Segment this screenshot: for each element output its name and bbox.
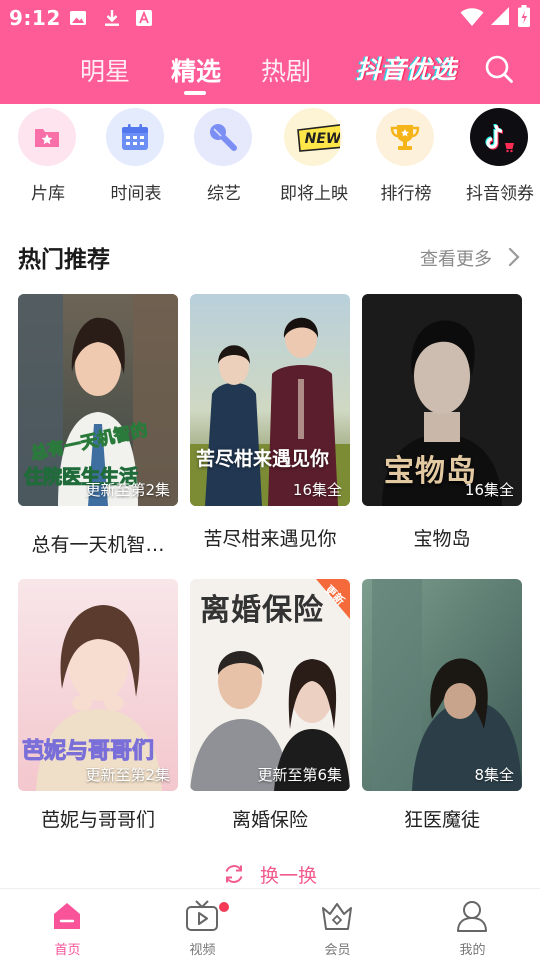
svg-text:抖音优选: 抖音优选 bbox=[356, 55, 459, 84]
category-label: 即将上映 bbox=[280, 184, 348, 204]
section-title: 热门推荐 bbox=[18, 247, 110, 273]
nav-label: 视频 bbox=[189, 943, 216, 958]
drama-title: 离婚保险 bbox=[231, 809, 308, 831]
nav-home[interactable]: 首页 bbox=[0, 889, 135, 960]
episode-badge: 16集全 bbox=[292, 481, 342, 499]
category-label: 排行榜 bbox=[380, 184, 432, 204]
episode-badge: 更新至第2集 bbox=[85, 481, 170, 499]
poster-title-text: 苦尽柑来遇见你 bbox=[196, 448, 330, 470]
a-notification-icon bbox=[136, 10, 152, 26]
microphone-icon bbox=[194, 108, 252, 166]
status-time: 9:12 bbox=[9, 6, 61, 30]
poster-image bbox=[362, 579, 522, 791]
header-tabs: 明星 精选 热剧 抖音优选 抖音优选 抖音优选 bbox=[0, 44, 540, 100]
tv-icon bbox=[186, 900, 218, 931]
download-icon bbox=[105, 10, 119, 26]
drama-poster[interactable]: 离婚保险 更新 更新至第6集 bbox=[190, 579, 350, 791]
wifi-icon bbox=[460, 8, 484, 26]
home-icon bbox=[54, 903, 80, 929]
calendar-icon bbox=[106, 108, 164, 166]
drama-poster[interactable]: 苦尽柑来遇见你 16集全 bbox=[190, 294, 350, 506]
episode-badge: 更新至第2集 bbox=[85, 766, 170, 784]
refresh-icon bbox=[225, 865, 243, 883]
refresh-label: 换一换 bbox=[260, 865, 318, 887]
poster-image bbox=[190, 294, 350, 506]
nav-video[interactable]: 视频 bbox=[135, 889, 270, 960]
user-icon bbox=[457, 901, 487, 932]
refresh-button[interactable]: 换一换 bbox=[220, 858, 330, 888]
category-douyin-coupons[interactable]: 抖音领券 bbox=[460, 104, 540, 214]
nav-membership[interactable]: 会员 bbox=[270, 889, 405, 960]
signal-icon bbox=[491, 7, 509, 25]
drama-poster[interactable]: 芭妮与哥哥们 更新至第2集 bbox=[18, 579, 178, 791]
category-variety[interactable]: 综艺 bbox=[184, 104, 264, 214]
trophy-icon bbox=[376, 108, 434, 166]
tab-selected-indicator bbox=[184, 91, 206, 95]
tab-featured[interactable]: 精选 bbox=[171, 52, 221, 88]
drama-poster[interactable]: 宝物岛 16集全 bbox=[362, 294, 522, 506]
drama-title: 芭妮与哥哥们 bbox=[40, 809, 155, 831]
category-label: 片库 bbox=[31, 184, 65, 204]
episode-badge: 16集全 bbox=[464, 481, 514, 499]
drama-poster[interactable]: 8集全 bbox=[362, 579, 522, 791]
drama-title: 狂医魔徒 bbox=[403, 809, 480, 831]
nav-label: 我的 bbox=[459, 943, 486, 958]
image-icon bbox=[70, 11, 86, 25]
nav-label: 会员 bbox=[324, 943, 351, 958]
episode-badge: 8集全 bbox=[474, 766, 514, 784]
crown-icon bbox=[322, 903, 352, 930]
category-label: 抖音领券 bbox=[466, 184, 534, 204]
see-more-link[interactable]: 查看更多 bbox=[420, 245, 492, 271]
nav-profile[interactable]: 我的 bbox=[405, 889, 540, 960]
tab-hot-dramas[interactable]: 热剧 bbox=[261, 52, 311, 88]
category-schedule[interactable]: 时间表 bbox=[96, 104, 176, 214]
poster-title-text: 离婚保险 bbox=[200, 593, 324, 628]
poster-title-text: 宝物岛 bbox=[384, 454, 477, 489]
douyin-youxuan-logo[interactable]: 抖音优选 抖音优选 抖音优选 bbox=[350, 48, 462, 88]
tiktok-icon bbox=[470, 108, 528, 166]
top-header: 9:12 明星 精选 热剧 抖音优选 抖音优选 抖音优选 bbox=[0, 0, 540, 104]
svg-text:NEW: NEW bbox=[305, 131, 340, 147]
category-coming-soon[interactable]: NEW 即将上映 bbox=[274, 104, 354, 214]
bottom-nav: 首页 视频 会员 我的 bbox=[0, 888, 540, 960]
drama-poster[interactable]: 总有一天机智的 住院医生生活 更新至第2集 bbox=[18, 294, 178, 506]
drama-title: 总有一天机智… bbox=[31, 534, 165, 556]
episode-badge: 更新至第6集 bbox=[257, 766, 342, 784]
status-bar: 9:12 bbox=[0, 0, 540, 36]
drama-title: 宝物岛 bbox=[413, 528, 471, 550]
category-rankings[interactable]: 排行榜 bbox=[366, 104, 446, 214]
category-label: 时间表 bbox=[110, 184, 162, 204]
notification-dot bbox=[219, 902, 229, 912]
film-library-icon bbox=[18, 108, 76, 166]
new-badge-icon: NEW bbox=[284, 108, 342, 166]
tab-stars[interactable]: 明星 bbox=[80, 52, 130, 88]
battery-icon bbox=[518, 5, 530, 27]
nav-label: 首页 bbox=[54, 943, 81, 958]
category-film-library[interactable]: 片库 bbox=[8, 104, 88, 214]
chevron-right-icon[interactable] bbox=[506, 244, 522, 270]
search-icon[interactable] bbox=[484, 54, 514, 84]
drama-title: 苦尽柑来遇见你 bbox=[203, 528, 337, 550]
category-label: 综艺 bbox=[207, 184, 241, 204]
poster-title-text: 芭妮与哥哥们 bbox=[21, 739, 155, 765]
